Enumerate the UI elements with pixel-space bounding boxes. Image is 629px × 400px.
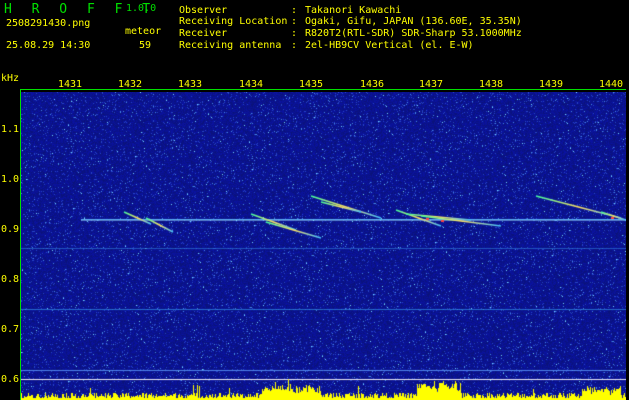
- info-separator: :: [291, 40, 298, 51]
- info-label: Receiver: [179, 28, 228, 39]
- info-separator: :: [291, 16, 298, 27]
- y-tick-label: 0.9: [1, 224, 20, 235]
- info-label: Receiving Location: [179, 16, 288, 27]
- y-tick-label: 0.8: [1, 274, 20, 285]
- info-separator: :: [291, 28, 298, 39]
- info-separator: :: [291, 5, 298, 16]
- date-time: 25.08.29 14:30: [6, 40, 91, 51]
- y-tick-label: 0.6: [1, 374, 20, 385]
- file-name: 2508291430.png: [6, 18, 91, 29]
- info-label: Observer: [179, 5, 228, 16]
- info-value: R820T2(RTL-SDR) SDR-Sharp 53.1000MHz: [305, 28, 522, 39]
- info-label: Receiving antenna: [179, 40, 282, 51]
- detection-count: 59: [139, 40, 152, 51]
- spectrogram-canvas: [21, 92, 626, 400]
- info-value: 2el-HB9CV Vertical (el. E-W): [305, 40, 474, 51]
- y-tick-label: 1.1: [1, 124, 20, 135]
- y-axis-unit: kHz: [1, 73, 20, 84]
- spectrogram: [21, 92, 626, 400]
- detection-label: meteor: [125, 26, 162, 37]
- app-version: 1.0.0: [126, 3, 157, 14]
- y-tick-label: 0.7: [1, 324, 20, 335]
- info-value: Takanori Kawachi: [305, 5, 402, 16]
- y-tick-label: 1.0: [1, 174, 20, 185]
- info-value: Ogaki, Gifu, JAPAN (136.60E, 35.35N): [305, 16, 522, 27]
